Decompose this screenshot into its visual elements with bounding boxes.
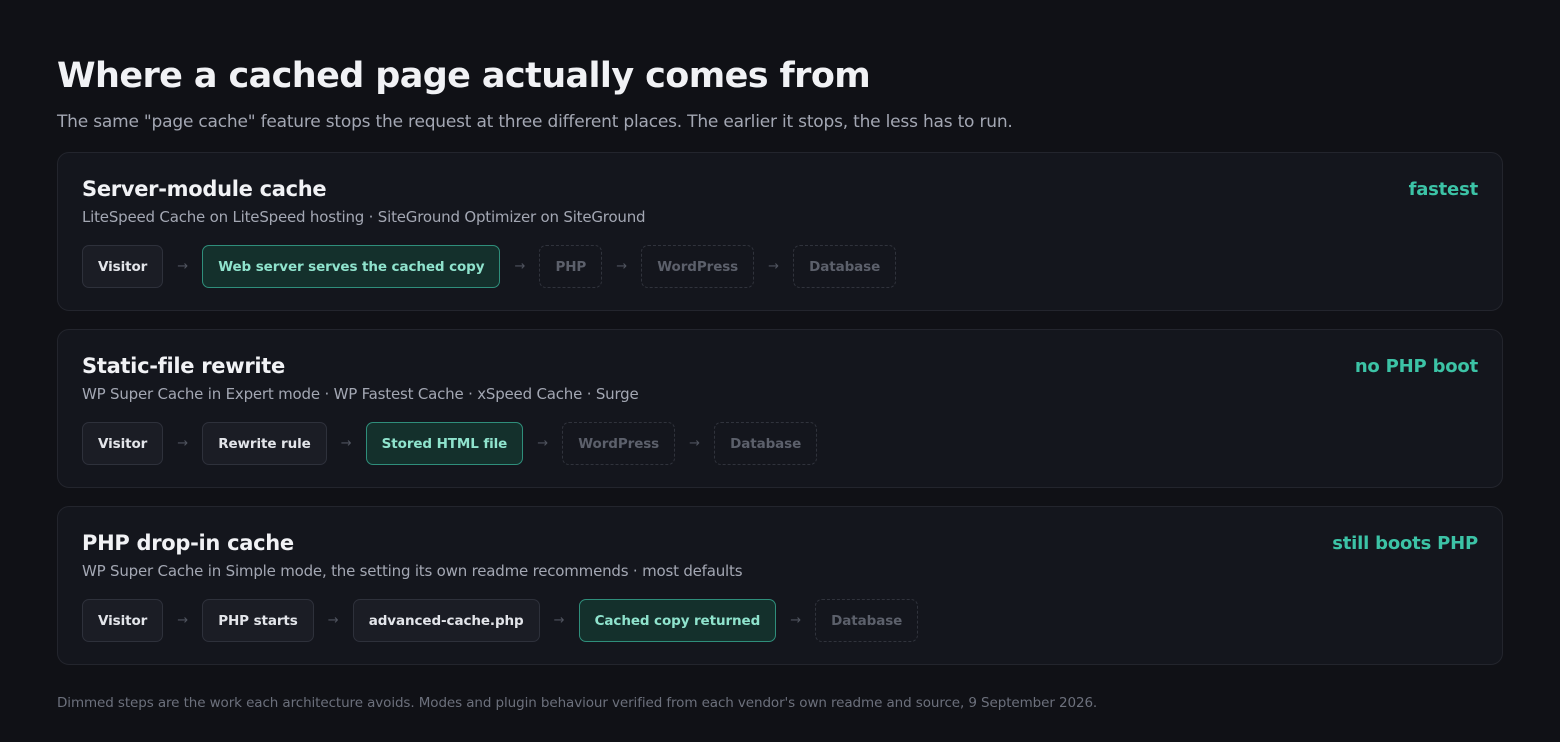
request-flow: Visitor → Rewrite rule → Stored HTML fil… — [82, 422, 1478, 465]
card-description: LiteSpeed Cache on LiteSpeed hosting · S… — [82, 208, 646, 226]
flow-step-visitor: Visitor — [82, 599, 164, 642]
flow-step-active: PHP starts — [202, 599, 314, 642]
flow-step-skipped: Database — [714, 422, 818, 465]
flow-step-visitor: Visitor — [82, 245, 164, 288]
arrow-icon: → — [177, 436, 189, 451]
page-title: Where a cached page actually comes from — [57, 56, 871, 96]
arrow-icon: → — [177, 613, 189, 628]
speed-badge: still boots PHP — [1332, 533, 1478, 554]
arrow-icon: → — [327, 613, 339, 628]
request-flow: Visitor → Web server serves the cached c… — [82, 245, 1478, 288]
architecture-card-static-rewrite: Static-file rewrite no PHP boot WP Super… — [57, 329, 1503, 488]
flow-step-active: Rewrite rule — [202, 422, 327, 465]
flow-step-cache-hit: Stored HTML file — [365, 422, 524, 465]
page-subtitle: The same "page cache" feature stops the … — [57, 112, 1013, 132]
speed-badge: no PHP boot — [1354, 356, 1478, 377]
flow-step-active: advanced-cache.php — [352, 599, 540, 642]
arrow-icon: → — [616, 259, 628, 274]
flow-step-cache-hit: Web server serves the cached copy — [202, 245, 501, 288]
flow-step-visitor: Visitor — [82, 422, 164, 465]
flow-step-skipped: PHP — [539, 245, 603, 288]
arrow-icon: → — [768, 259, 780, 274]
card-title: PHP drop-in cache — [82, 531, 294, 555]
footnote: Dimmed steps are the work each architect… — [57, 695, 1098, 711]
arrow-icon: → — [177, 259, 189, 274]
arrow-icon: → — [514, 259, 526, 274]
flow-step-skipped: WordPress — [562, 422, 676, 465]
card-description: WP Super Cache in Simple mode, the setti… — [82, 562, 743, 580]
architecture-card-server-module: Server-module cache fastest LiteSpeed Ca… — [57, 152, 1503, 311]
arrow-icon: → — [340, 436, 352, 451]
flow-step-cache-hit: Cached copy returned — [578, 599, 777, 642]
architecture-list: Server-module cache fastest LiteSpeed Ca… — [57, 152, 1503, 665]
card-title: Static-file rewrite — [82, 354, 285, 378]
flow-step-skipped: Database — [815, 599, 919, 642]
arrow-icon: → — [537, 436, 549, 451]
arrow-icon: → — [553, 613, 565, 628]
arrow-icon: → — [689, 436, 701, 451]
card-title: Server-module cache — [82, 177, 327, 201]
request-flow: Visitor → PHP starts → advanced-cache.ph… — [82, 599, 1478, 642]
flow-step-skipped: Database — [793, 245, 897, 288]
arrow-icon: → — [790, 613, 802, 628]
card-description: WP Super Cache in Expert mode · WP Faste… — [82, 385, 639, 403]
architecture-card-php-drop-in: PHP drop-in cache still boots PHP WP Sup… — [57, 506, 1503, 665]
page: Where a cached page actually comes from … — [0, 0, 1560, 742]
speed-badge: fastest — [1408, 179, 1479, 200]
flow-step-skipped: WordPress — [641, 245, 755, 288]
